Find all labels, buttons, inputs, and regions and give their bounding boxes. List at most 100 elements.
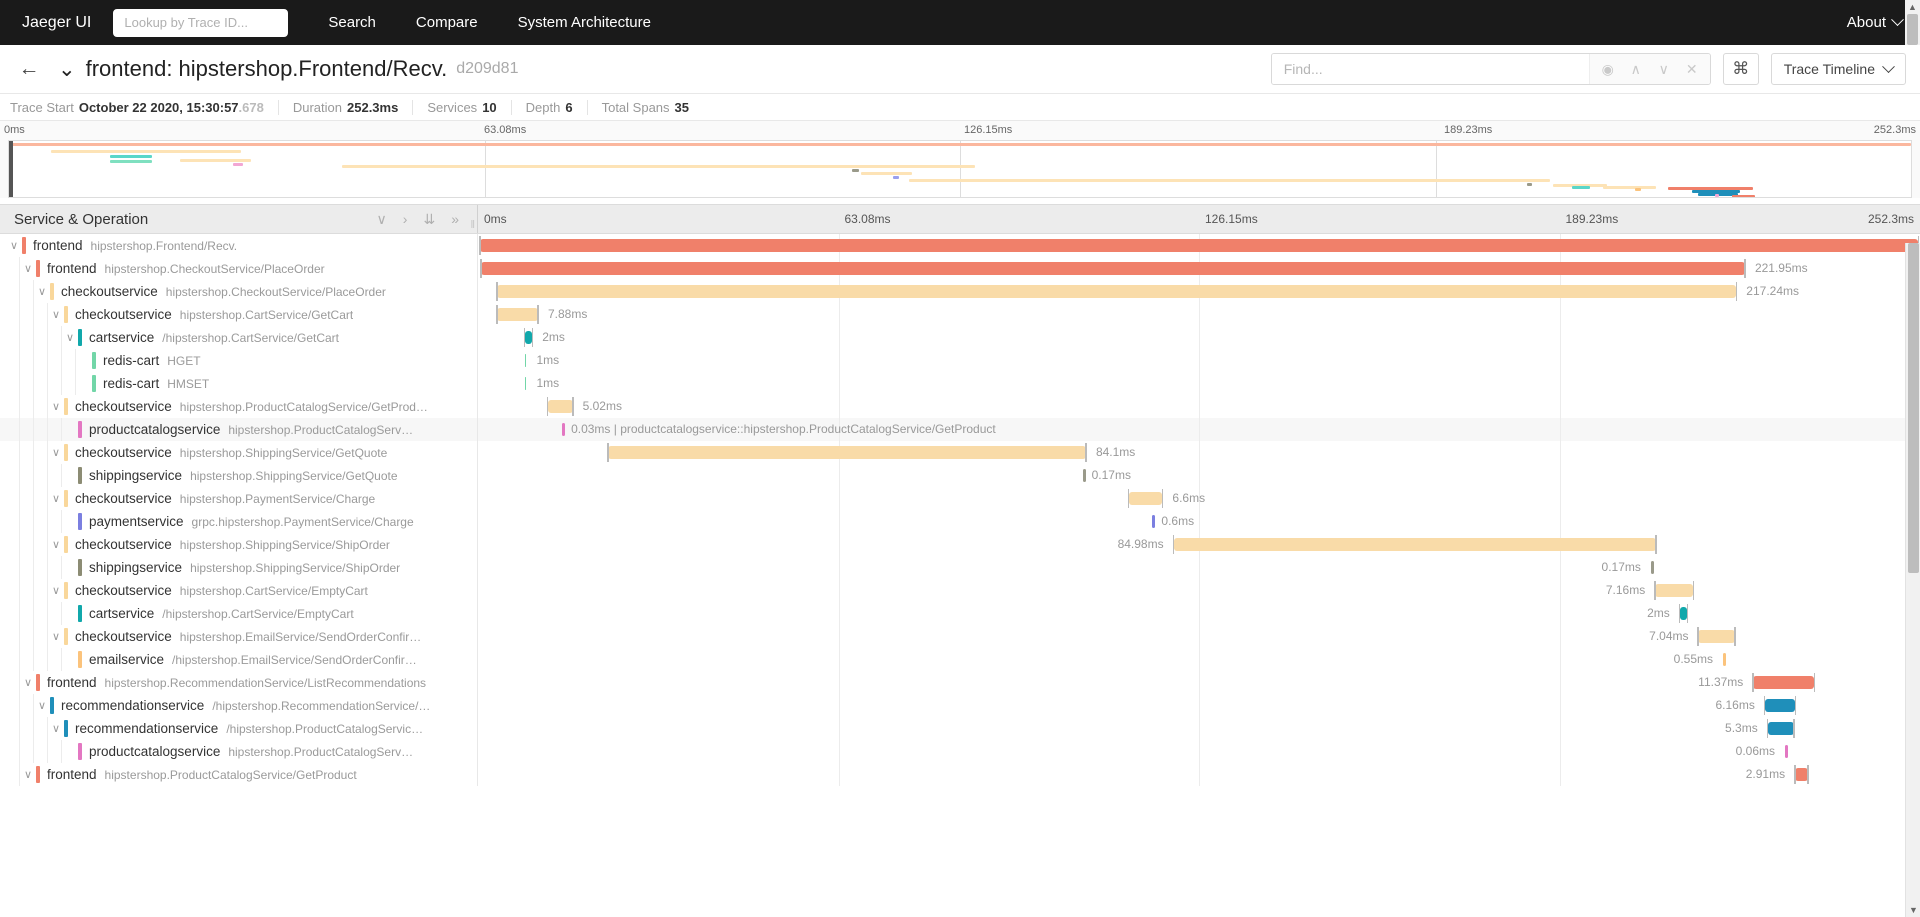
expand-collapse-chevron-icon[interactable]: ∨ [48, 446, 64, 459]
span-list-scrollbar[interactable]: ▼ [1905, 243, 1920, 917]
span-duration-bar[interactable] [1763, 696, 1797, 715]
table-row[interactable]: ∨ checkoutservice hipstershop.ShippingServ… [0, 441, 1920, 464]
span-duration-bar[interactable] [496, 282, 1738, 301]
span-duration-bar[interactable] [480, 259, 1746, 278]
span-bar-cell[interactable]: 1ms [478, 349, 1920, 372]
span-name-cell[interactable]: ∨shippingservicehipstershop.ShippingServ… [0, 464, 478, 487]
span-duration-bar[interactable] [1678, 604, 1689, 623]
table-row[interactable]: ∨productcatalogservicehipstershop.Produc… [0, 418, 1920, 441]
span-bar-cell[interactable]: 0.03ms | productcatalogservice::hipsters… [478, 418, 1920, 441]
scroll-up-arrow-icon[interactable]: ▲ [1905, 2, 1920, 12]
span-name-cell[interactable]: ∨ checkoutservice hipstershop.CheckoutServ… [0, 280, 478, 303]
table-row[interactable]: ∨ recommendationservice/hipstershop.Produ… [0, 717, 1920, 740]
span-name-cell[interactable]: ∨ checkoutservice hipstershop.PaymentServi… [0, 487, 478, 510]
find-input[interactable] [1271, 54, 1589, 84]
span-bar-cell[interactable]: 84.1ms [478, 441, 1920, 464]
span-name-cell[interactable]: ∨ checkoutservice hipstershop.ShippingServ… [0, 533, 478, 556]
nav-link-compare[interactable]: Compare [416, 14, 478, 31]
span-bar-cell[interactable]: 1ms [478, 372, 1920, 395]
span-name-cell[interactable]: ∨ cartservice/hipstershop.CartService/Get… [0, 326, 478, 349]
table-row[interactable]: ∨ checkoutservice hipstershop.CheckoutServ… [0, 280, 1920, 303]
span-bar-cell[interactable]: 5.02ms [478, 395, 1920, 418]
find-focus-icon[interactable]: ◉ [1594, 54, 1622, 84]
expand-one-icon[interactable]: › [403, 211, 408, 227]
expand-collapse-chevron-icon[interactable]: ∨ [6, 239, 22, 252]
expand-collapse-chevron-icon[interactable]: ∨ [20, 262, 36, 275]
span-bar-cell[interactable]: 6.6ms [478, 487, 1920, 510]
expand-all-icon[interactable]: » [451, 211, 459, 227]
about-menu[interactable]: About [1847, 13, 1904, 31]
find-clear-icon[interactable]: ✕ [1678, 54, 1706, 84]
span-name-cell[interactable]: ∨ frontend hipstershop.ProductCatalogServi… [0, 763, 478, 786]
span-name-cell[interactable]: ∨ checkoutservice hipstershop.EmailService… [0, 625, 478, 648]
span-duration-bar[interactable] [1172, 535, 1657, 554]
span-name-cell[interactable]: ∨ frontend hipstershop.RecommendationServi… [0, 671, 478, 694]
span-name-cell[interactable]: ∨ recommendationservice/hipstershop.Produ… [0, 717, 478, 740]
span-duration-bar[interactable] [607, 443, 1087, 462]
page-scrollbar-top[interactable]: ▲ [1905, 0, 1920, 45]
span-duration-bar[interactable] [496, 305, 539, 324]
span-bar-cell[interactable]: 11.37ms [478, 671, 1920, 694]
span-duration-bar[interactable] [1785, 745, 1788, 758]
span-name-cell[interactable]: ∨paymentservicegrpc.hipstershop.PaymentS… [0, 510, 478, 533]
table-row[interactable]: ∨ cartservice/hipstershop.CartService/Get… [0, 326, 1920, 349]
span-duration-bar[interactable] [523, 328, 534, 347]
span-bar-cell[interactable]: 6.16ms [478, 694, 1920, 717]
span-bar-cell[interactable]: 7.88ms [478, 303, 1920, 326]
expand-collapse-chevron-icon[interactable]: ∨ [48, 584, 64, 597]
span-duration-bar[interactable] [524, 354, 527, 367]
span-duration-bar[interactable] [479, 236, 1919, 255]
span-bar-cell[interactable]: 7.16ms [478, 579, 1920, 602]
span-bar-cell[interactable]: 217.24ms [478, 280, 1920, 303]
expand-collapse-chevron-icon[interactable]: ∨ [20, 676, 36, 689]
expand-collapse-chevron-icon[interactable]: ∨ [34, 699, 50, 712]
table-row[interactable]: ∨cartservice/hipstershop.CartService/Emp… [0, 602, 1920, 625]
table-row[interactable]: ∨ frontend hipstershop.RecommendationServi… [0, 671, 1920, 694]
span-name-cell[interactable]: ∨productcatalogservicehipstershop.Produc… [0, 740, 478, 763]
span-name-cell[interactable]: ∨redis-cartHMSET [0, 372, 478, 395]
trace-id-lookup-input[interactable] [113, 8, 289, 37]
span-duration-bar[interactable] [524, 377, 527, 390]
table-row[interactable]: ∨redis-cartHGET1ms [0, 349, 1920, 372]
span-name-cell[interactable]: ∨emailservice/hipstershop.EmailService/S… [0, 648, 478, 671]
span-name-cell[interactable]: ∨ checkoutservice hipstershop.ProductCatal… [0, 395, 478, 418]
expand-collapse-chevron-icon[interactable]: ∨ [48, 630, 64, 643]
span-bar-cell[interactable]: 2ms [478, 602, 1920, 625]
span-name-cell[interactable]: ∨ checkoutservice hipstershop.ShippingServ… [0, 441, 478, 464]
span-duration-bar[interactable] [1650, 561, 1654, 574]
page-scrollbar-thumb[interactable] [1907, 14, 1918, 45]
expand-collapse-chevron-icon[interactable]: ∨ [48, 308, 64, 321]
span-bar-cell[interactable]: 0.6ms [478, 510, 1920, 533]
span-list-scrollbar-thumb[interactable] [1908, 243, 1919, 573]
collapse-chevron-icon[interactable]: ⌄ [58, 59, 76, 80]
span-duration-bar[interactable] [562, 423, 566, 436]
expand-collapse-chevron-icon[interactable]: ∨ [34, 285, 50, 298]
span-duration-bar[interactable] [1766, 719, 1795, 738]
table-row[interactable]: ∨ checkoutservice hipstershop.CartService/… [0, 579, 1920, 602]
back-arrow-icon[interactable]: ← [12, 52, 46, 86]
span-duration-bar[interactable] [1151, 515, 1155, 528]
span-duration-bar[interactable] [1654, 581, 1695, 600]
span-name-cell[interactable]: ∨productcatalogservicehipstershop.Produc… [0, 418, 478, 441]
table-row[interactable]: ∨shippingservicehipstershop.ShippingServ… [0, 464, 1920, 487]
span-bar-cell[interactable] [478, 234, 1920, 257]
minimap-drag-handle-left[interactable] [9, 141, 13, 197]
column-resize-handle[interactable]: ‖ [470, 219, 474, 231]
span-name-cell[interactable]: ∨cartservice/hipstershop.CartService/Emp… [0, 602, 478, 625]
expand-collapse-chevron-icon[interactable]: ∨ [48, 400, 64, 413]
collapse-all-icon[interactable]: ⇊ [423, 211, 435, 228]
nav-link-system-architecture[interactable]: System Architecture [518, 14, 651, 31]
table-row[interactable]: ∨ checkoutservice hipstershop.ProductCatal… [0, 395, 1920, 418]
table-row[interactable]: ∨ frontend hipstershop.CheckoutService/Pla… [0, 257, 1920, 280]
table-row[interactable]: ∨ checkoutservice hipstershop.EmailService… [0, 625, 1920, 648]
span-name-cell[interactable]: ∨ checkoutservice hipstershop.CartService/… [0, 579, 478, 602]
table-row[interactable]: ∨ frontend hipstershop.ProductCatalogServi… [0, 763, 1920, 786]
span-bar-cell[interactable]: 7.04ms [478, 625, 1920, 648]
span-name-cell[interactable]: ∨ checkoutservice hipstershop.CartService/… [0, 303, 478, 326]
collapse-one-icon[interactable]: ∨ [377, 211, 387, 228]
span-duration-bar[interactable] [546, 397, 574, 416]
expand-collapse-chevron-icon[interactable]: ∨ [48, 492, 64, 505]
find-next-icon[interactable]: ∨ [1650, 54, 1678, 84]
span-bar-cell[interactable]: 84.98ms [478, 533, 1920, 556]
span-name-cell[interactable]: ∨ frontend hipstershop.Frontend/Recv. [0, 234, 478, 257]
